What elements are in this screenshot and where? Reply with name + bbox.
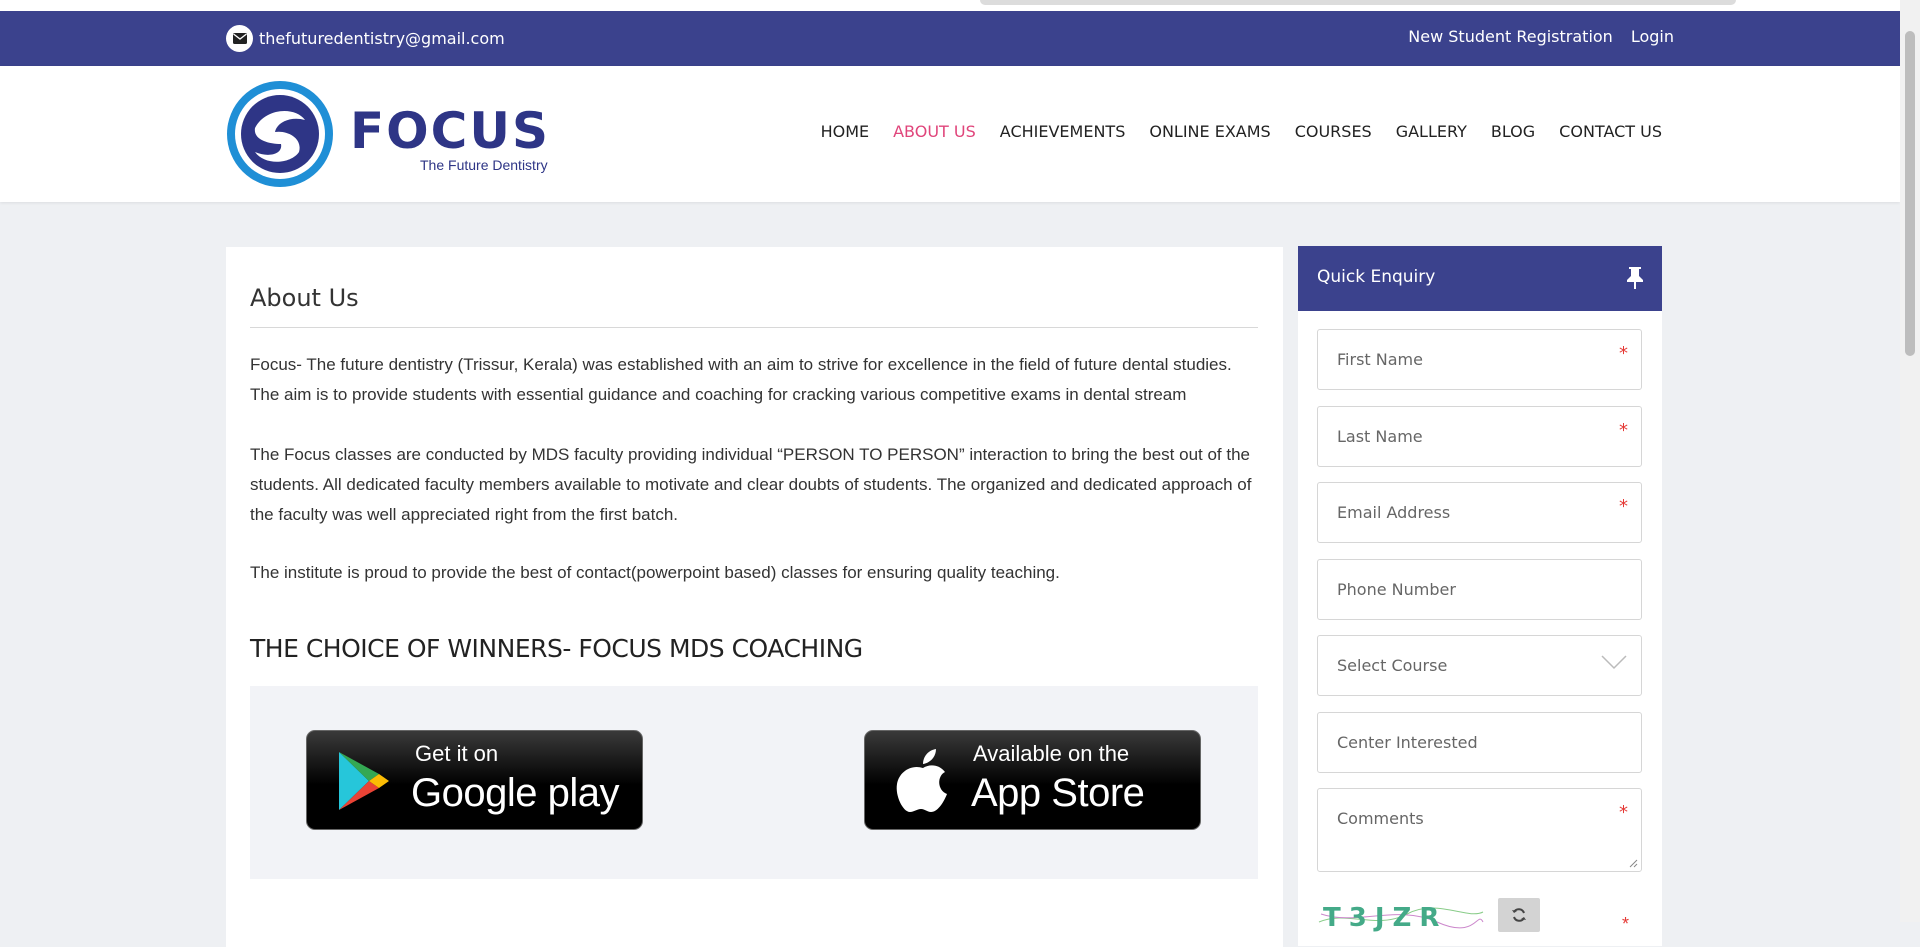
title-divider (250, 327, 1258, 328)
logo-tagline: The Future Dentistry (420, 157, 548, 173)
apple-badge-small-text: Available on the (973, 741, 1130, 766)
nav-blog[interactable]: BLOG (1491, 122, 1535, 141)
required-asterisk: * (1619, 496, 1628, 517)
main-nav: HOME ABOUT US ACHIEVEMENTS ONLINE EXAMS … (821, 122, 1662, 141)
top-contact-bar: thefuturedentistry@gmail.com New Student… (0, 11, 1900, 66)
pin-icon[interactable] (1626, 266, 1644, 290)
focus-logo[interactable]: FOCUS The Future Dentistry (225, 78, 555, 190)
refresh-icon (1512, 908, 1526, 922)
nav-about-us[interactable]: ABOUT US (893, 122, 976, 141)
login-link[interactable]: Login (1631, 27, 1674, 46)
required-asterisk: * (1619, 802, 1628, 823)
page-scrollbar[interactable] (1900, 0, 1920, 922)
nav-gallery[interactable]: GALLERY (1396, 122, 1467, 141)
about-content: About Us Focus- The future dentistry (Tr… (226, 247, 1283, 947)
site-header: FOCUS The Future Dentistry HOME ABOUT US… (0, 66, 1900, 202)
google-badge-big-text: Google play (411, 771, 619, 815)
google-play-icon (339, 752, 389, 810)
app-download-section: Get it on Google play Available on the A… (250, 686, 1258, 879)
section-heading: THE CHOICE OF WINNERS- FOCUS MDS COACHIN… (250, 634, 863, 663)
nav-home[interactable]: HOME (821, 122, 870, 141)
captcha-image: T3JZR (1318, 903, 1484, 932)
required-asterisk: * (1621, 914, 1629, 934)
apple-icon (896, 749, 947, 812)
center-interested-field[interactable]: Center Interested (1317, 712, 1642, 773)
nav-courses[interactable]: COURSES (1295, 122, 1372, 141)
resize-grip-icon[interactable] (1628, 858, 1638, 868)
nav-online-exams[interactable]: ONLINE EXAMS (1149, 122, 1270, 141)
nav-contact-us[interactable]: CONTACT US (1559, 122, 1662, 141)
about-paragraph-2: The Focus classes are conducted by MDS f… (250, 445, 1252, 524)
page-title: About Us (250, 284, 359, 312)
google-play-badge[interactable]: Get it on Google play (306, 730, 643, 830)
first-name-field[interactable]: First Name * (1317, 329, 1642, 390)
required-asterisk: * (1619, 420, 1628, 441)
email-field[interactable]: Email Address * (1317, 482, 1642, 543)
email-text[interactable]: thefuturedentistry@gmail.com (259, 29, 505, 48)
captcha-row: T3JZR * (1317, 892, 1642, 934)
quick-enquiry-title: Quick Enquiry (1317, 267, 1436, 287)
envelope-icon (226, 25, 253, 52)
logo-brand: FOCUS (350, 102, 550, 160)
about-paragraph-3: The institute is proud to provide the be… (250, 563, 1060, 582)
last-name-field[interactable]: Last Name * (1317, 406, 1642, 467)
browser-top-strip (0, 0, 1920, 11)
nav-achievements[interactable]: ACHIEVEMENTS (1000, 122, 1126, 141)
phone-field[interactable]: Phone Number (1317, 559, 1642, 620)
course-select[interactable]: Select Course (1317, 635, 1642, 696)
comments-textarea[interactable]: Comments * (1317, 788, 1642, 872)
captcha-refresh-button[interactable] (1498, 898, 1540, 932)
new-student-registration-link[interactable]: New Student Registration (1408, 27, 1613, 46)
quick-enquiry-header: Quick Enquiry (1298, 246, 1662, 311)
quick-enquiry-panel: Quick Enquiry First Name * Last Name * E… (1298, 246, 1662, 946)
required-asterisk: * (1619, 343, 1628, 364)
google-badge-small-text: Get it on (415, 741, 499, 766)
about-paragraph-1: Focus- The future dentistry (Trissur, Ke… (250, 355, 1232, 404)
contact-email[interactable]: thefuturedentistry@gmail.com (226, 25, 505, 52)
captcha-text: T3JZR (1323, 903, 1447, 932)
scrollbar-thumb[interactable] (1905, 31, 1915, 356)
apple-badge-big-text: App Store (971, 771, 1145, 815)
chevron-down-icon (1601, 655, 1627, 670)
app-store-badge[interactable]: Available on the App Store (864, 730, 1201, 830)
